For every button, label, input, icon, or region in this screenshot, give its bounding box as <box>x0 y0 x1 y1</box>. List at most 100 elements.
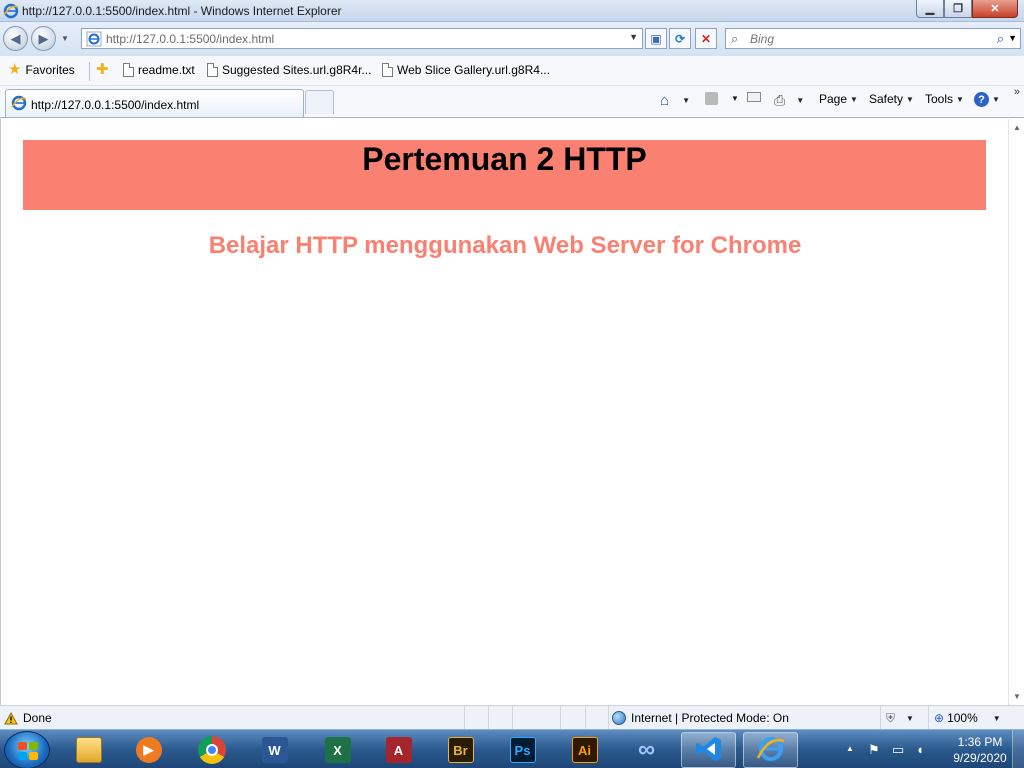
stop-icon: ✕ <box>700 31 712 46</box>
chevron-down-icon: ▼ <box>796 96 805 105</box>
status-message: Done <box>4 711 52 725</box>
internet-explorer-icon <box>756 734 786 767</box>
bridge-icon: Br <box>447 737 474 763</box>
tab-bar: http://127.0.0.1:5500/index.html ⌂ ▼ ▼ ⎙… <box>0 86 1024 118</box>
address-dropdown-icon[interactable]: ▼ <box>629 32 638 42</box>
volume-icon[interactable]: ◖ <box>916 742 924 757</box>
chevron-down-icon: ▼ <box>906 714 914 723</box>
home-button[interactable]: ⌂ ▼ <box>660 92 690 109</box>
tools-menu[interactable]: Tools ▼ <box>925 92 964 106</box>
refresh-button[interactable]: ⟳ <box>669 28 691 49</box>
vscode-icon <box>695 735 723 766</box>
security-zone-text: Internet | Protected Mode: On <box>631 711 789 725</box>
search-dropdown-icon[interactable]: ▼ <box>1008 33 1017 43</box>
read-mail-button[interactable] <box>747 92 761 102</box>
taskbar-vscode[interactable] <box>681 732 736 768</box>
clock-date: 9/29/2020 <box>953 751 1007 765</box>
taskbar-media-player[interactable]: ▶ <box>121 732 176 768</box>
security-zone[interactable]: Internet | Protected Mode: On <box>612 711 789 725</box>
address-input[interactable] <box>106 30 626 47</box>
forward-button[interactable]: ▶ <box>31 26 56 51</box>
status-text: Done <box>23 711 52 725</box>
navigation-bar: ◀ ▶ ▼ ▼ ▣ ⟳ ✕ ⌕ ⌕ ▼ <box>0 22 1024 56</box>
scroll-up-icon[interactable]: ▲ <box>1013 123 1021 132</box>
close-window-button[interactable]: ✕ <box>972 0 1018 18</box>
stop-button[interactable]: ✕ <box>695 28 717 49</box>
excel-icon: X <box>324 737 351 763</box>
recent-pages-dropdown[interactable]: ▼ <box>61 34 69 43</box>
printer-icon: ⎙ <box>774 92 786 108</box>
illustrator-icon: Ai <box>571 737 598 763</box>
page-heading: Pertemuan 2 HTTP <box>362 141 647 177</box>
status-divider <box>512 706 513 729</box>
action-center-icon[interactable]: ⚑ <box>868 742 880 758</box>
chevron-down-icon: ▼ <box>992 713 1001 723</box>
vertical-scrollbar[interactable]: ▲ ▼ <box>1008 119 1024 705</box>
search-icon[interactable]: ⌕ <box>997 31 1004 47</box>
back-button[interactable]: ◀ <box>3 26 28 51</box>
document-icon <box>207 63 218 77</box>
page-menu-label: Page <box>819 92 848 106</box>
taskbar-photoshop[interactable]: Ps <box>495 732 550 768</box>
refresh-icon: ⟳ <box>674 31 686 46</box>
window-title: http://127.0.0.1:5500/index.html - Windo… <box>22 4 342 18</box>
help-menu[interactable]: ? ▼ <box>974 92 1000 107</box>
search-box[interactable]: ⌕ ⌕ ▼ <box>725 28 1021 49</box>
favorites-bar: ★ Favorites ✚ readme.txt Suggested Sites… <box>0 56 1024 86</box>
favorite-item-web-slice-gallery[interactable]: Web Slice Gallery.url.g8R4... <box>382 63 550 77</box>
taskbar-illustrator[interactable]: Ai <box>557 732 612 768</box>
help-icon: ? <box>974 92 989 107</box>
system-tray: ▲ ⚑ ▭ ◖ 1:36 PM 9/29/2020 <box>838 730 1024 768</box>
safety-menu[interactable]: Safety ▼ <box>869 92 914 106</box>
bing-search-icon: ⌕ <box>731 31 739 46</box>
favorite-item-label: readme.txt <box>138 63 195 77</box>
network-icon[interactable]: ▭ <box>892 742 904 758</box>
windows-logo-icon <box>18 742 38 760</box>
favorite-item-readme[interactable]: readme.txt <box>123 63 195 77</box>
compatibility-view-button[interactable]: ▣ <box>645 28 667 49</box>
print-button[interactable]: ⎙ ▼ <box>774 92 804 109</box>
chevron-down-icon: ▼ <box>992 95 1000 104</box>
new-tab-button[interactable] <box>305 90 334 114</box>
taskbar-word[interactable]: W <box>247 732 302 768</box>
start-button[interactable] <box>4 731 50 768</box>
maximize-button[interactable]: ❐ <box>944 0 972 18</box>
taskbar-access[interactable]: A <box>371 732 426 768</box>
safety-menu-label: Safety <box>869 92 904 106</box>
page-menu[interactable]: Page ▼ <box>819 92 858 106</box>
favorites-button[interactable]: ★ Favorites <box>8 62 75 77</box>
access-icon: A <box>385 737 412 763</box>
taskbar: ▶ W X A Br Ps Ai ∞ ▲ ⚑ ▭ ◖ 1:36 PM 9/29/… <box>0 729 1024 768</box>
document-icon <box>382 63 393 77</box>
page-icon <box>86 31 102 50</box>
scroll-down-icon[interactable]: ▼ <box>1013 692 1021 701</box>
minimize-button[interactable]: ▁ <box>916 0 944 18</box>
feeds-button[interactable]: ▼ <box>705 92 739 105</box>
taskbar-excel[interactable]: X <box>310 732 365 768</box>
taskbar-internet-explorer[interactable] <box>743 732 798 768</box>
arrow-left-icon: ◀ <box>10 30 21 46</box>
taskbar-app-infinity[interactable]: ∞ <box>619 732 674 768</box>
word-icon: W <box>261 737 288 763</box>
status-divider <box>464 706 465 729</box>
protected-mode-button[interactable]: ⛨ ▼ <box>886 711 914 726</box>
tab-active[interactable]: http://127.0.0.1:5500/index.html <box>5 89 304 117</box>
clock[interactable]: 1:36 PM 9/29/2020 <box>946 734 1014 766</box>
status-divider <box>585 706 586 729</box>
ie-logo-icon <box>11 95 27 114</box>
taskbar-chrome[interactable] <box>184 732 239 768</box>
status-divider <box>928 706 929 729</box>
zoom-control[interactable]: ⊕ 100% ▼ <box>934 711 1001 725</box>
status-divider <box>880 706 881 729</box>
search-input[interactable] <box>750 30 980 47</box>
taskbar-windows-explorer[interactable] <box>61 732 116 768</box>
add-to-favorites-button[interactable]: ✚ <box>96 61 109 78</box>
show-hidden-icons-button[interactable]: ▲ <box>846 744 854 753</box>
taskbar-bridge[interactable]: Br <box>433 732 488 768</box>
toolbar-overflow-icon[interactable]: » <box>1014 86 1020 98</box>
show-desktop-button[interactable] <box>1012 730 1024 768</box>
add-favorite-star-icon: ✚ <box>96 61 109 78</box>
chrome-icon <box>197 736 226 764</box>
address-bar[interactable]: ▼ <box>81 28 643 49</box>
favorite-item-suggested-sites[interactable]: Suggested Sites.url.g8R4r... <box>207 63 371 77</box>
